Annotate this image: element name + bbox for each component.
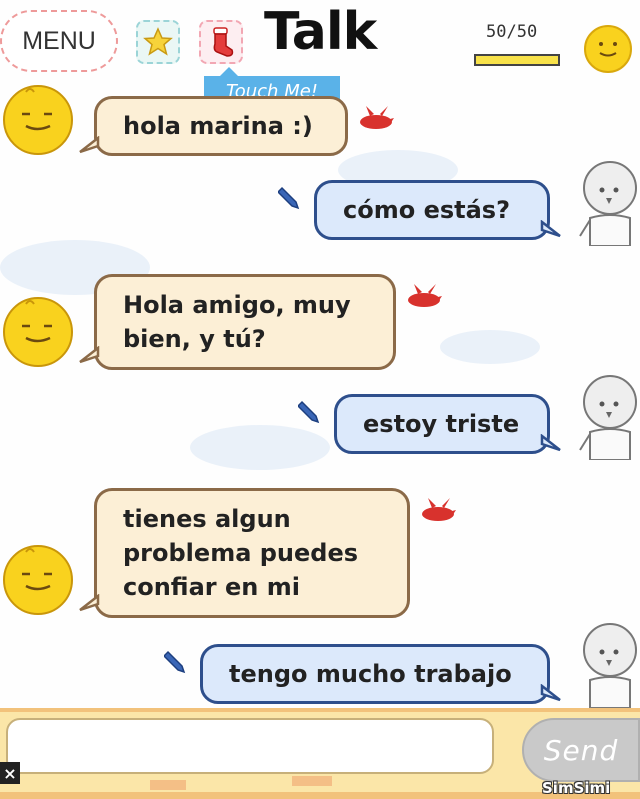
bubble-tail <box>540 434 561 452</box>
simsimi-avatar-icon[interactable] <box>580 22 636 74</box>
decorative-stripe <box>150 780 186 790</box>
pencil-edit-icon[interactable] <box>278 184 302 210</box>
simsimi-avatar-icon <box>3 85 73 155</box>
bubble-tail <box>79 136 100 154</box>
send-button[interactable]: Send <box>522 718 640 782</box>
user-message-bubble[interactable]: cómo estás? <box>314 180 550 240</box>
background-cloud <box>440 330 540 364</box>
simsimi-avatar-icon <box>3 297 73 367</box>
close-icon[interactable]: × <box>0 762 20 784</box>
message-text-line: Hola amigo, muy <box>123 291 351 319</box>
star-icon <box>143 27 173 56</box>
send-button-label: Send <box>543 733 619 767</box>
message-text-line: estoy triste <box>363 410 520 438</box>
message-input[interactable] <box>6 718 494 774</box>
pencil-edit-icon[interactable] <box>298 398 322 424</box>
message-text-line: bien, y tú? <box>123 325 266 353</box>
user-avatar-icon <box>579 375 637 460</box>
favorites-button[interactable] <box>136 20 180 64</box>
energy-counter: 50/50 <box>486 22 538 42</box>
pencil-edit-icon[interactable] <box>164 648 188 674</box>
bubble-tail <box>79 594 100 612</box>
message-text-line: tengo mucho trabajo <box>229 660 512 688</box>
energy-bar-fill <box>476 56 558 64</box>
devil-report-icon[interactable] <box>418 496 458 524</box>
message-text-line: confiar en mi <box>123 573 300 601</box>
background-cloud <box>190 425 330 470</box>
decorative-stripe <box>0 708 640 712</box>
menu-button-label: MENU <box>22 26 96 55</box>
bot-message-bubble[interactable]: Hola amigo, muy bien, y tú? <box>94 274 396 370</box>
decorative-stripe <box>292 776 332 786</box>
user-avatar-icon <box>579 161 637 246</box>
user-message-bubble[interactable]: tengo mucho trabajo <box>200 644 550 704</box>
devil-report-icon[interactable] <box>404 282 444 310</box>
devil-report-icon[interactable] <box>356 104 396 132</box>
bot-message-bubble[interactable]: hola marina :) <box>94 96 348 156</box>
bubble-tail <box>79 346 100 364</box>
message-text-line: tienes algun <box>123 505 291 533</box>
user-avatar-icon <box>583 623 637 708</box>
message-text-line: hola marina :) <box>123 112 313 140</box>
menu-button[interactable]: MENU <box>0 10 118 72</box>
message-text-line: cómo estás? <box>343 196 511 224</box>
gift-button[interactable] <box>199 20 243 64</box>
page-title: Talk <box>264 2 377 62</box>
message-text-line: problema puedes <box>123 539 359 567</box>
bot-message-bubble[interactable]: tienes algun problema puedes confiar en … <box>94 488 410 618</box>
stocking-icon <box>213 27 234 57</box>
simsimi-avatar-icon <box>3 545 73 615</box>
bubble-tail <box>540 220 561 238</box>
user-message-bubble[interactable]: estoy triste <box>334 394 550 454</box>
brand-logo: SimSimi <box>542 779 611 797</box>
bubble-tail <box>540 684 561 702</box>
energy-bar <box>474 54 560 66</box>
